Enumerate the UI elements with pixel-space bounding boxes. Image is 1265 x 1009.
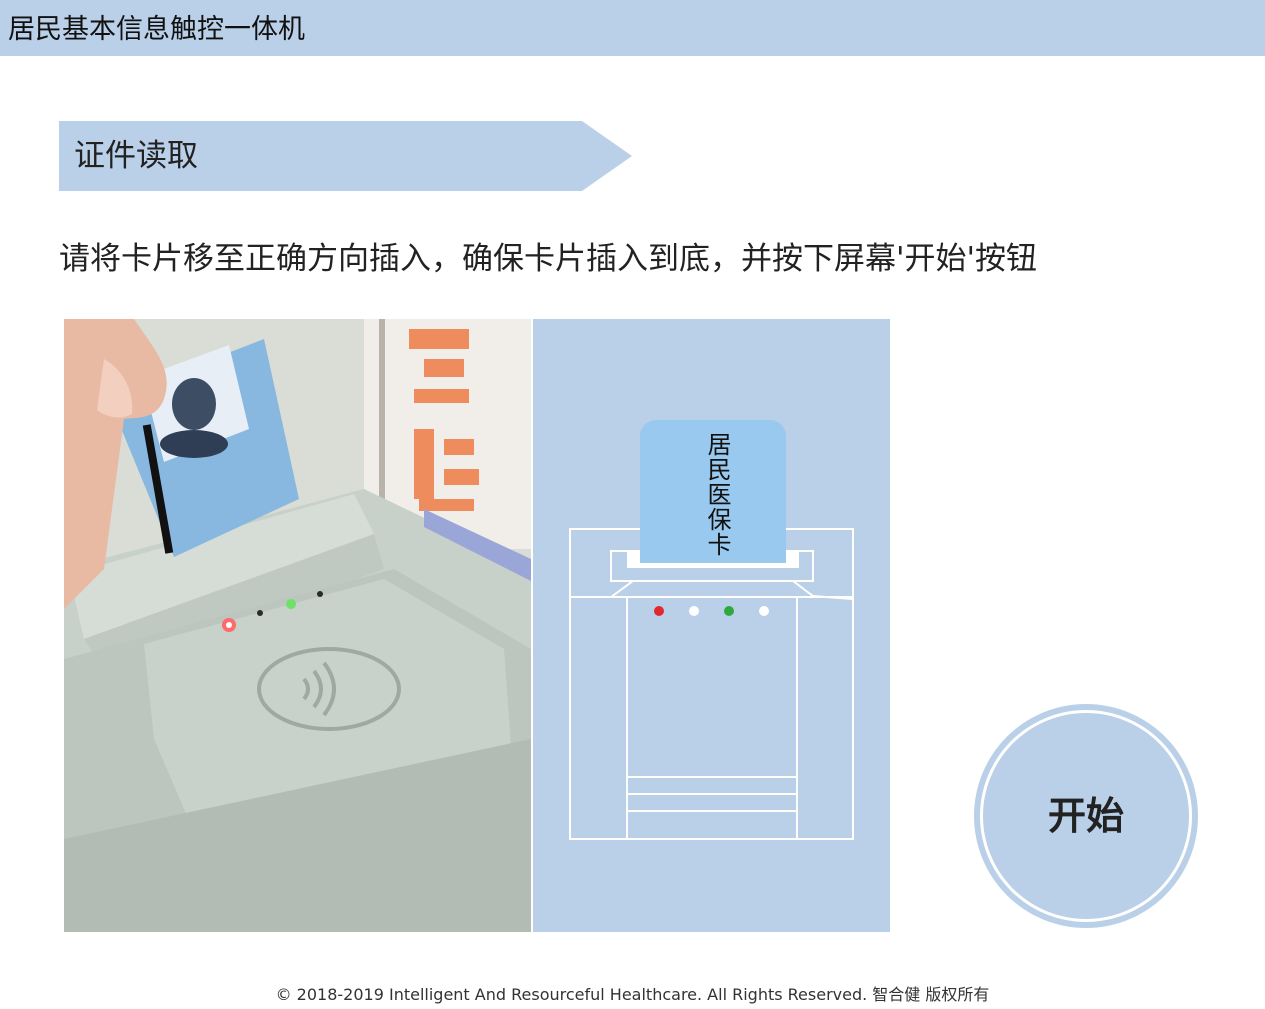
card-reader-diagram: 居民医保卡 [533,319,890,932]
instruction-text: 请将卡片移至正确方向插入，确保卡片插入到底，并按下屏幕'开始'按钮 [59,241,1038,277]
indicator-light-3 [724,606,734,616]
app-header: 居民基本信息触控一体机 [0,0,1265,56]
start-button[interactable]: 开始 [974,704,1198,928]
reader-body-outline [569,596,854,840]
start-button-label: 开始 [1047,794,1124,838]
section-title: 证件读取 [74,138,198,174]
footer-copyright: © 2018-2019 Intelligent And Resourceful … [275,985,990,1004]
indicator-light-1 [654,606,664,616]
section-banner: 证件读取 [59,121,632,191]
app-title: 居民基本信息触控一体机 [8,14,305,45]
indicator-light-4 [759,606,769,616]
indicator-light-2 [689,606,699,616]
card-insertion-photo [64,319,531,932]
medical-card-graphic: 居民医保卡 [640,420,786,563]
card-label: 居民医保卡 [703,432,731,557]
